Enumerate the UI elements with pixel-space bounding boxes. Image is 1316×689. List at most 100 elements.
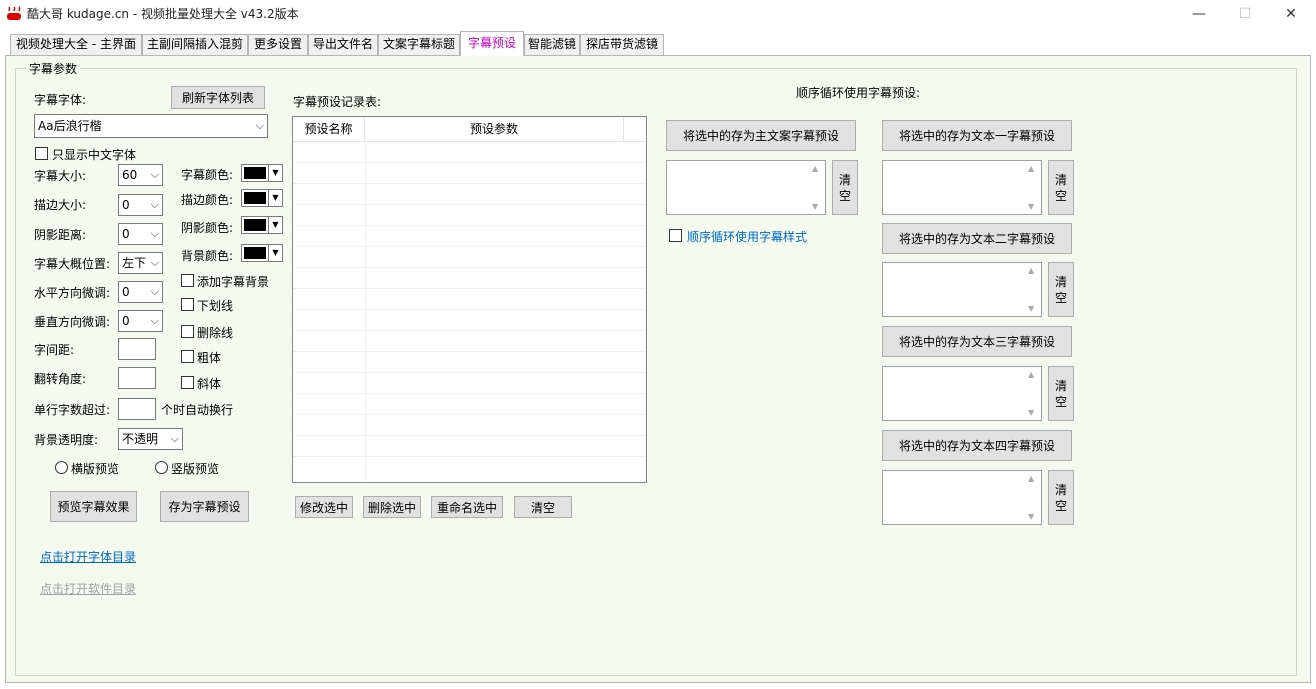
scroll-down-icon: ▼ — [1028, 408, 1035, 417]
save-text2-preset-button[interactable]: 将选中的存为文本二字幕预设 — [882, 223, 1072, 254]
clear-text4-button[interactable]: 清空 — [1048, 470, 1074, 525]
preset-list[interactable]: 预设名称 预设参数 — [292, 116, 647, 483]
font-select-value: Aa后浪行楷 — [38, 119, 102, 133]
letter-spacing-input[interactable] — [118, 338, 156, 360]
shadow-distance-value: 0 — [122, 227, 130, 241]
stroke-color-picker[interactable]: ▼ — [241, 189, 283, 207]
preview-subtitle-button[interactable]: 预览字幕效果 — [50, 491, 137, 522]
stroke-size-select[interactable]: 0 ⌵ — [118, 194, 163, 216]
minimize-button[interactable]: — — [1176, 0, 1222, 27]
wrap-label: 单行字数超过: — [34, 403, 111, 417]
tab-main[interactable]: 视频处理大全 - 主界面 — [10, 34, 142, 55]
tab-smart-filter[interactable]: 智能滤镜 — [524, 34, 580, 55]
preset-list-title: 字幕预设记录表: — [293, 95, 382, 109]
font-color-picker[interactable]: ▼ — [241, 164, 283, 182]
rename-selected-button[interactable]: 重命名选中 — [431, 496, 503, 518]
clear-main-button[interactable]: 清空 — [832, 160, 858, 215]
tab-copy-subtitle-title[interactable]: 文案字幕标题 — [378, 34, 460, 55]
only-chinese-label: 只显示中文字体 — [52, 148, 137, 162]
scrollbar[interactable]: ▲ ▼ — [1025, 263, 1041, 316]
size-select[interactable]: 60 ⌵ — [118, 164, 163, 186]
h-offset-value: 0 — [122, 285, 130, 299]
v-offset-select[interactable]: 0 ⌵ — [118, 310, 163, 332]
position-select[interactable]: 左下 ⌵ — [118, 252, 163, 274]
vertical-preview-label: 竖版预览 — [171, 462, 220, 476]
scrollbar[interactable]: ▲ ▼ — [1025, 471, 1041, 524]
save-text3-preset-button[interactable]: 将选中的存为文本三字幕预设 — [882, 326, 1072, 357]
cycle-style-checkbox[interactable] — [669, 229, 682, 242]
grid-line — [293, 456, 646, 457]
position-label: 字幕大概位置: — [34, 257, 111, 271]
clear-text3-button[interactable]: 清空 — [1048, 366, 1074, 421]
scrollbar[interactable]: ▲ ▼ — [1025, 161, 1041, 214]
close-button[interactable]: ✕ — [1268, 0, 1314, 27]
clear-text1-button[interactable]: 清空 — [1048, 160, 1074, 215]
only-chinese-checkbox[interactable] — [35, 147, 48, 160]
bg-opacity-value: 不透明 — [122, 432, 159, 446]
tab-more-settings[interactable]: 更多设置 — [248, 34, 308, 55]
save-text4-preset-button[interactable]: 将选中的存为文本四字幕预设 — [882, 430, 1072, 461]
scroll-down-icon: ▼ — [1028, 202, 1035, 211]
rotate-angle-input[interactable] — [118, 367, 156, 389]
text4-preset-field[interactable]: ▲ ▼ — [882, 470, 1042, 525]
delete-selected-button[interactable]: 删除选中 — [363, 496, 421, 518]
shadow-color-picker[interactable]: ▼ — [241, 216, 283, 234]
wrap-count-input[interactable] — [118, 398, 156, 420]
bg-opacity-select[interactable]: 不透明 ⌵ — [118, 428, 183, 450]
main-preset-field[interactable]: ▲ ▼ — [666, 160, 826, 215]
scroll-down-icon: ▼ — [1028, 304, 1035, 313]
column-header-name[interactable]: 预设名称 — [293, 117, 365, 141]
tab-export-filename[interactable]: 导出文件名 — [308, 34, 378, 55]
save-preset-button[interactable]: 存为字幕预设 — [160, 491, 249, 522]
cycle-style-label: 顺序循环使用字幕样式 — [687, 230, 808, 244]
column-header-params[interactable]: 预设参数 — [365, 117, 624, 141]
horizontal-preview-radio[interactable] — [55, 461, 68, 474]
color-swatch — [244, 167, 266, 179]
scrollbar[interactable]: ▲ ▼ — [1025, 367, 1041, 420]
clear-presets-button[interactable]: 清空 — [514, 496, 572, 518]
v-offset-value: 0 — [122, 314, 130, 328]
font-label: 字幕字体: — [34, 93, 87, 107]
chevron-down-icon: ⌵ — [150, 256, 159, 269]
vertical-preview-radio[interactable] — [155, 461, 168, 474]
open-font-dir-link[interactable]: 点击打开字体目录 — [40, 548, 136, 565]
clear-text2-button[interactable]: 清空 — [1048, 262, 1074, 317]
cycle-title: 顺序循环使用字幕预设: — [796, 86, 921, 100]
dropdown-arrow-icon: ▼ — [268, 190, 282, 206]
chevron-down-icon: ⌵ — [150, 198, 159, 211]
save-text1-preset-button[interactable]: 将选中的存为文本一字幕预设 — [882, 120, 1072, 151]
tab-interval-mix[interactable]: 主副间隔插入混剪 — [142, 34, 248, 55]
shadow-distance-select[interactable]: 0 ⌵ — [118, 223, 163, 245]
modify-selected-button[interactable]: 修改选中 — [295, 496, 353, 518]
maximize-button[interactable]: ☐ — [1222, 0, 1268, 27]
size-label: 字幕大小: — [34, 169, 87, 183]
italic-checkbox[interactable] — [181, 376, 194, 389]
wrap-suffix-label: 个时自动换行 — [161, 403, 234, 417]
v-offset-label: 垂直方向微调: — [34, 315, 111, 329]
h-offset-select[interactable]: 0 ⌵ — [118, 281, 163, 303]
strikeout-checkbox[interactable] — [181, 325, 194, 338]
open-app-dir-link[interactable]: 点击打开软件目录 — [40, 580, 136, 597]
tab-store-filter[interactable]: 探店带货滤镜 — [580, 34, 664, 55]
underline-label: 下划线 — [197, 299, 234, 313]
grid-line — [293, 435, 646, 436]
add-bg-checkbox[interactable] — [181, 274, 194, 287]
underline-checkbox[interactable] — [181, 298, 194, 311]
bold-checkbox[interactable] — [181, 350, 194, 363]
grid-line — [293, 330, 646, 331]
text1-preset-field[interactable]: ▲ ▼ — [882, 160, 1042, 215]
stroke-color-label: 描边颜色: — [181, 193, 234, 207]
stroke-size-label: 描边大小: — [34, 198, 87, 212]
scrollbar[interactable]: ▲ ▼ — [809, 161, 825, 214]
text2-preset-field[interactable]: ▲ ▼ — [882, 262, 1042, 317]
grid-line — [293, 309, 646, 310]
text3-preset-field[interactable]: ▲ ▼ — [882, 366, 1042, 421]
refresh-fonts-button[interactable]: 刷新字体列表 — [171, 86, 265, 109]
bg-color-picker[interactable]: ▼ — [241, 244, 283, 262]
letter-spacing-label: 字间距: — [34, 343, 75, 357]
font-select[interactable]: Aa后浪行楷 ⌵ — [34, 114, 268, 138]
scroll-up-icon: ▲ — [1028, 474, 1035, 483]
tab-subtitle-presets[interactable]: 字幕预设 — [460, 31, 524, 56]
color-swatch — [244, 219, 266, 231]
save-main-preset-button[interactable]: 将选中的存为主文案字幕预设 — [666, 120, 856, 151]
